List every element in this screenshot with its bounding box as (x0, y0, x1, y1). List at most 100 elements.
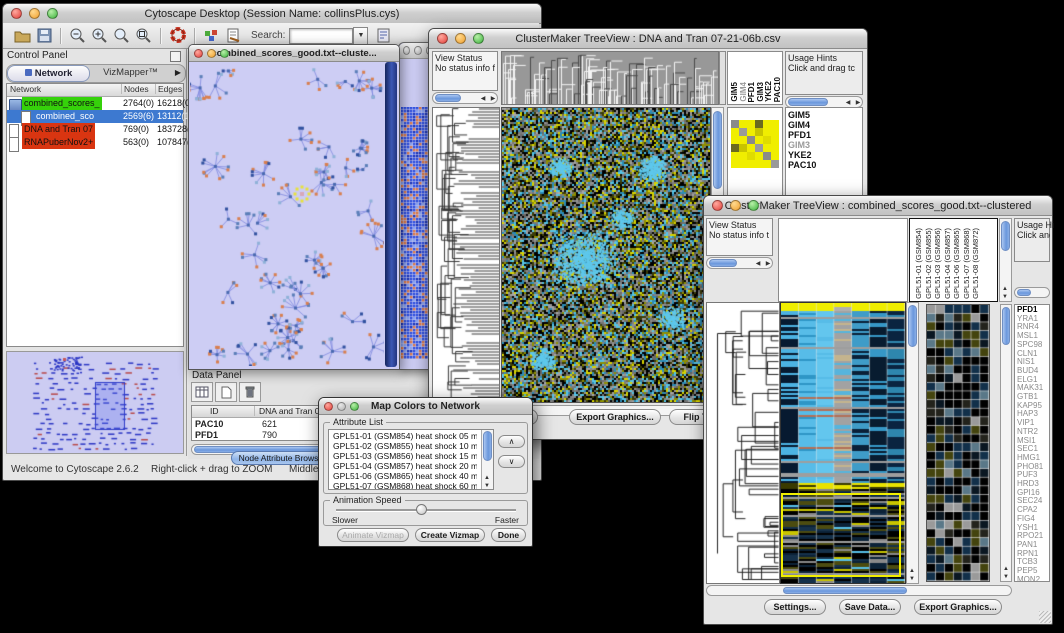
scroll-up-arrow[interactable]: ▲ (1001, 566, 1011, 572)
matrix-cell[interactable] (755, 160, 763, 168)
minimize-button[interactable] (337, 402, 346, 411)
report-icon[interactable] (373, 26, 395, 46)
tv1-gene-label[interactable]: PAC10 (788, 160, 816, 170)
vscroll-thumb[interactable] (483, 431, 492, 461)
tv1-gene-label[interactable]: GIM4 (788, 120, 810, 130)
network-list-row[interactable]: DNA and Tran 07769(0)183728(0) (7, 123, 183, 136)
matrix-cell[interactable] (763, 160, 771, 168)
attribute-list-item[interactable]: GPL51-04 (GSM857) heat shock 20 min (333, 461, 477, 471)
matrix-cell[interactable] (747, 160, 755, 168)
main-title-bar[interactable]: Cytoscape Desktop (Session Name: collins… (3, 4, 541, 24)
minimize-button[interactable] (207, 49, 216, 58)
vscroll-thumb[interactable] (1001, 221, 1010, 251)
tab-overflow-arrow[interactable]: ▶ (171, 65, 185, 82)
export-graphics-button[interactable]: Export Graphics... (914, 599, 1002, 615)
matrix-cell[interactable] (747, 152, 755, 160)
matrix-cell[interactable] (771, 136, 779, 144)
col-edges[interactable]: Edges (155, 84, 182, 94)
tab-vizmapper[interactable]: VizMapper™ (90, 65, 171, 82)
attribute-list-item[interactable]: GPL51-06 (GSM865) heat shock 40 min (333, 471, 477, 481)
animate-vizmap-button[interactable]: Animate Vizmap (337, 528, 409, 542)
scroll-left-arrow[interactable]: ◀ (753, 261, 763, 267)
resize-grip[interactable] (1039, 611, 1051, 623)
hscroll-thumb[interactable] (1017, 289, 1031, 296)
col-nodes[interactable]: Nodes (121, 84, 149, 94)
minimize-button[interactable] (414, 46, 421, 55)
search-dropdown-button[interactable]: ▼ (353, 27, 368, 45)
similarity-matrix[interactable] (731, 120, 779, 168)
scroll-down-arrow[interactable]: ▼ (1000, 294, 1010, 300)
tv2-left-dendrogram[interactable] (706, 302, 780, 584)
scroll-left-arrow[interactable]: ◀ (843, 100, 853, 106)
matrix-cell[interactable] (771, 120, 779, 128)
tv1-heatmap[interactable] (501, 107, 711, 403)
tv1-vs-hscrollbar[interactable]: ◀ ▶ (432, 92, 498, 104)
close-button[interactable] (194, 49, 203, 58)
open-file-icon[interactable] (11, 26, 33, 46)
network-graph-canvas[interactable] (190, 62, 384, 366)
delete-attribute-icon[interactable] (239, 382, 261, 402)
matrix-cell[interactable] (739, 136, 747, 144)
close-button[interactable] (324, 402, 333, 411)
attribute-list-vscrollbar[interactable]: ▲ ▼ (481, 430, 493, 489)
scroll-down-arrow[interactable]: ▼ (907, 576, 917, 582)
matrix-cell[interactable] (755, 136, 763, 144)
matrix-cell[interactable] (755, 120, 763, 128)
tv2-top-dendrogram[interactable] (778, 218, 908, 302)
matrix-cell[interactable] (763, 120, 771, 128)
data-cell[interactable]: 790 (262, 430, 277, 440)
matrix-cell[interactable] (763, 152, 771, 160)
matrix-cell[interactable] (731, 128, 739, 136)
matrix-cell[interactable] (755, 144, 763, 152)
data-row[interactable]: PFD1 (195, 430, 218, 440)
tv1-gene-label[interactable]: GIM5 (788, 110, 810, 120)
matrix-cell[interactable] (731, 160, 739, 168)
attribute-list-item[interactable]: GPL51-03 (GSM856) heat shock 15 min (333, 451, 477, 461)
matrix-cell[interactable] (739, 152, 747, 160)
annotation-icon[interactable] (223, 26, 245, 46)
matrix-cell[interactable] (739, 128, 747, 136)
data-cell[interactable]: 621 (262, 419, 277, 429)
zoom-selected-icon[interactable] (133, 26, 155, 46)
hscroll-thumb[interactable] (783, 587, 907, 594)
zoom-button[interactable] (220, 49, 229, 58)
create-vizmap-button[interactable]: Create Vizmap (415, 528, 485, 542)
network-overview-canvas[interactable] (7, 352, 183, 453)
scroll-up-arrow[interactable]: ▲ (1000, 286, 1010, 292)
vizmapper-icon[interactable] (201, 26, 223, 46)
speed-slider-thumb[interactable] (416, 504, 427, 515)
export-graphics-button[interactable]: Export Graphics... (569, 409, 661, 425)
scroll-right-arrow[interactable]: ▶ (763, 261, 773, 267)
tv2-bottom-hscrollbar[interactable] (706, 585, 1012, 596)
col-network[interactable]: Network (10, 84, 41, 94)
network-overview-panel[interactable] (6, 351, 184, 454)
zoom-button[interactable] (350, 402, 359, 411)
matrix-cell[interactable] (771, 152, 779, 160)
zoom-fit-icon[interactable] (111, 26, 133, 46)
vscroll-thumb[interactable] (1002, 307, 1010, 345)
zoom-button[interactable] (473, 33, 484, 44)
matrix-cell[interactable] (755, 152, 763, 160)
float-panel-icon[interactable] (170, 51, 181, 62)
scroll-up-arrow[interactable]: ▲ (482, 475, 492, 481)
vscroll-thumb[interactable] (713, 111, 722, 189)
treeview2-title-bar[interactable]: ClusterMaker TreeView : combined_scores_… (704, 196, 1052, 216)
scroll-right-arrow[interactable]: ▶ (853, 100, 863, 106)
data-col-id[interactable]: ID (210, 406, 219, 416)
minimize-button[interactable] (29, 8, 40, 19)
attribute-list-item[interactable]: GPL51-01 (GSM854) heat shock 05 min (333, 431, 477, 441)
attribute-list-item[interactable]: GPL51-07 (GSM868) heat shock 60 min (333, 481, 477, 490)
tv2-secondary-heatmap[interactable] (926, 304, 990, 582)
settings-button[interactable]: Settings... (764, 599, 826, 615)
matrix-cell[interactable] (755, 128, 763, 136)
scroll-right-arrow[interactable]: ▶ (488, 96, 498, 102)
matrix-cell[interactable] (739, 144, 747, 152)
dense-network-canvas[interactable] (401, 107, 431, 359)
treeview1-title-bar[interactable]: ClusterMaker TreeView : DNA and Tran 07-… (429, 29, 867, 49)
tv1-gene-label[interactable]: YKE2 (788, 150, 812, 160)
tv2-labels-vscrollbar[interactable]: ▲ ▼ (999, 218, 1012, 302)
minimize-button[interactable] (455, 33, 466, 44)
vscroll-thumb[interactable] (908, 305, 917, 347)
close-button[interactable] (11, 8, 22, 19)
network-view-title-bar[interactable]: combined_scores_good.txt--cluste... (189, 45, 399, 62)
